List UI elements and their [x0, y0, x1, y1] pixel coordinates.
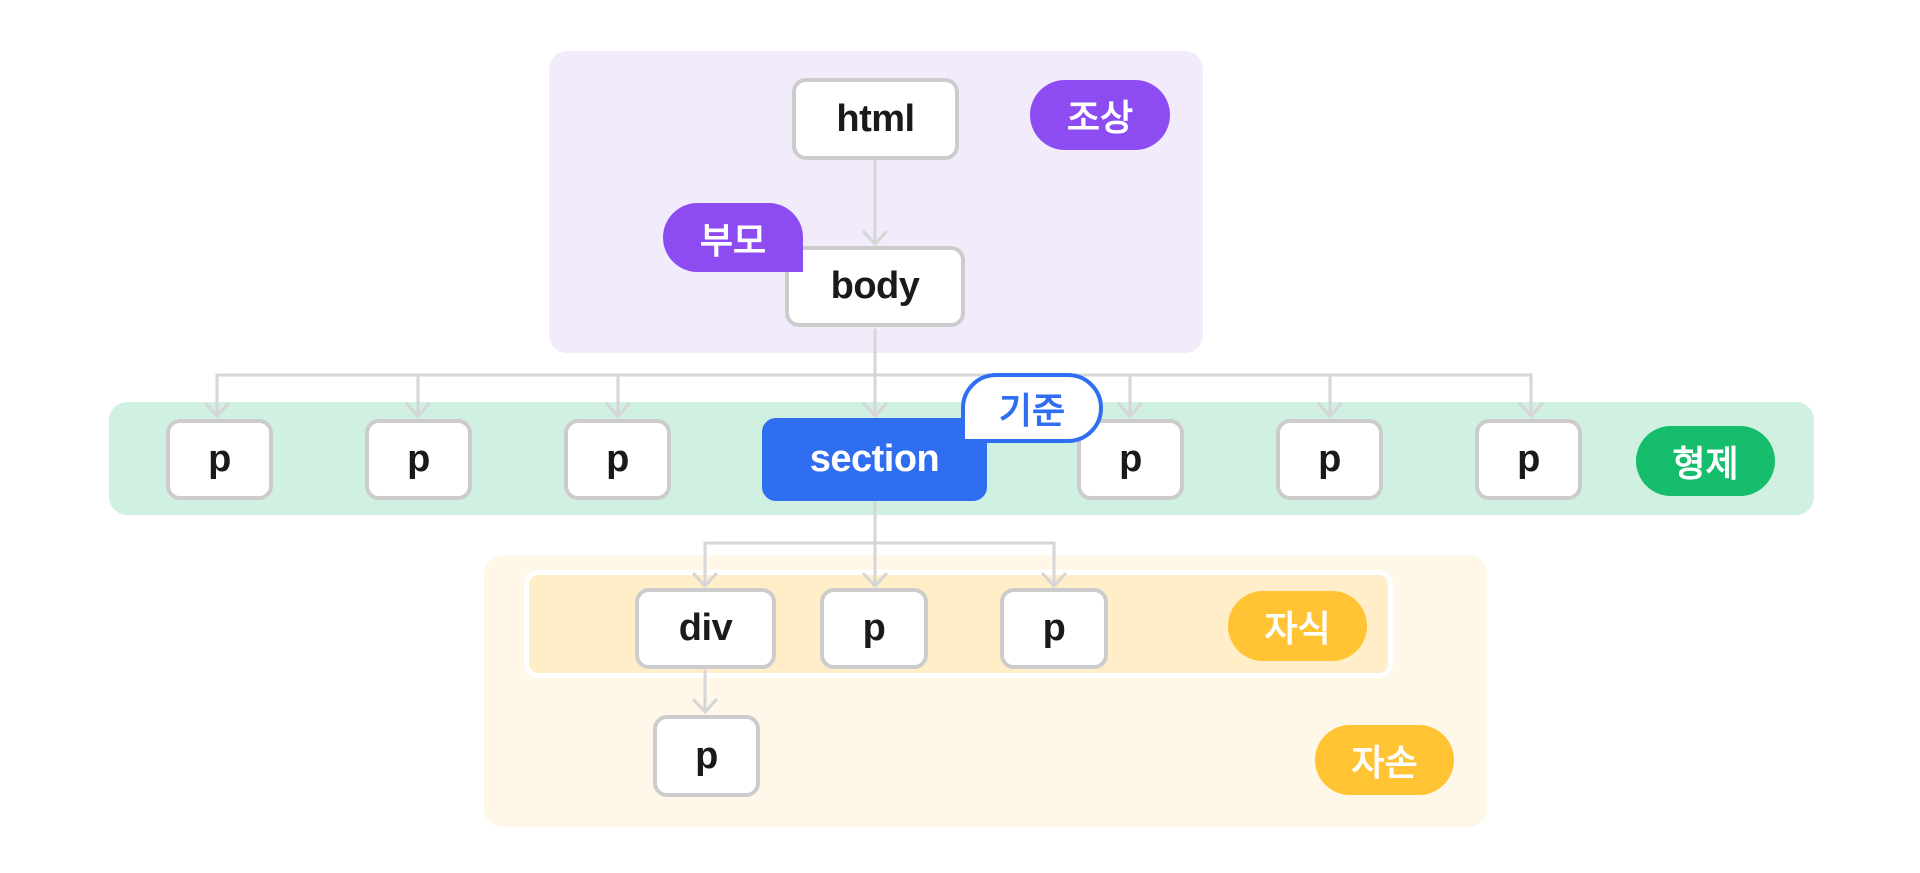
- node-html[interactable]: html: [792, 78, 959, 160]
- node-grandchild-p[interactable]: p: [653, 715, 760, 797]
- parent-badge: 부모: [663, 203, 803, 272]
- ancestor-badge: 조상: [1030, 80, 1170, 150]
- node-child-div[interactable]: div: [635, 588, 776, 669]
- node-sibling-p[interactable]: p: [166, 419, 273, 500]
- reference-badge: 기준: [961, 373, 1103, 443]
- sibling-badge: 형제: [1636, 426, 1775, 496]
- child-badge: 자식: [1228, 591, 1367, 661]
- descendant-badge: 자손: [1315, 725, 1454, 795]
- node-sibling-p[interactable]: p: [564, 419, 671, 500]
- node-sibling-p[interactable]: p: [1475, 419, 1582, 500]
- node-section-reference[interactable]: section: [762, 418, 987, 501]
- node-sibling-p[interactable]: p: [1276, 419, 1383, 500]
- node-sibling-p[interactable]: p: [365, 419, 472, 500]
- node-body[interactable]: body: [785, 246, 965, 327]
- node-child-p[interactable]: p: [820, 588, 928, 669]
- node-child-p[interactable]: p: [1000, 588, 1108, 669]
